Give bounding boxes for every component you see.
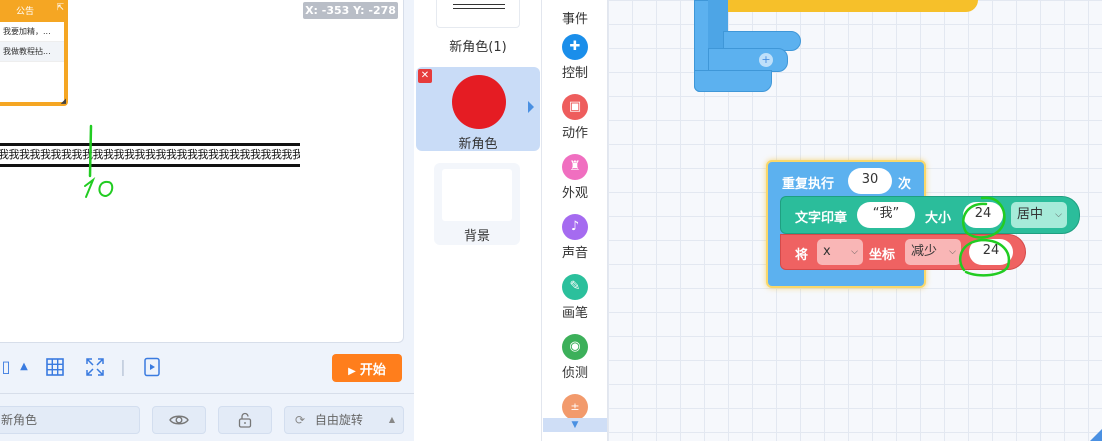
math-icon: ± [562, 394, 588, 420]
red-circle-sprite [452, 75, 506, 129]
notice-item[interactable]: 我要加精，... [0, 22, 64, 42]
chevron-down-icon: ⌵ [1055, 210, 1062, 220]
category-pen[interactable]: ✎ 画笔 [542, 270, 608, 330]
visibility-toggle[interactable] [152, 406, 206, 434]
caret-up-icon: ▲ [388, 415, 395, 424]
handwritten-annotation [84, 124, 114, 198]
delete-icon[interactable]: ✕ [418, 69, 432, 83]
category-looks[interactable]: ♜ 外观 [542, 150, 608, 210]
category-sensing[interactable]: ◉ 侦测 [542, 330, 608, 390]
chevron-down-icon: ⌵ [851, 247, 858, 257]
notice-item[interactable]: 我做教程拈... [0, 42, 64, 62]
resize-corner-icon[interactable] [1090, 429, 1102, 441]
category-label: 事件 [561, 12, 588, 27]
sprite-card[interactable]: 新角色(1) [416, 0, 540, 56]
lock-toggle[interactable] [218, 406, 272, 434]
stage-panel: X: -353 Y: -278 公告 ⇱ 我要加精，... 我做教程拈... ◢… [0, 0, 414, 441]
notice-panel[interactable]: 公告 ⇱ 我要加精，... 我做教程拈... ◢ [0, 0, 68, 106]
category-label: 画笔 [561, 306, 588, 321]
flag-icon [562, 0, 588, 6]
text-stamp-block[interactable]: 文字印章 “我” 大小 24 居中 ⌵ [780, 196, 1080, 234]
sprite-name: 新角色(1) [449, 40, 507, 55]
category-motion[interactable]: ▣ 动作 [542, 90, 608, 150]
shirt-icon: ♜ [562, 154, 588, 180]
backdrop-thumbnail [442, 169, 512, 221]
external-link-icon[interactable]: ⇱ [56, 3, 64, 13]
sprite-thumbnail [436, 0, 520, 28]
category-label: 侦测 [561, 366, 588, 381]
stamped-text-row: 我我我我我我我我我我我我我我我我我我我我我我我我我我我我我我 [0, 143, 300, 167]
category-label: 动作 [561, 126, 588, 141]
resize-handle-icon[interactable]: ◢ [61, 97, 66, 105]
sprite-list: 新角色(1) ✕ 新角色 背景 [414, 0, 542, 441]
category-label: 外观 [561, 186, 588, 201]
target-icon: ◉ [562, 334, 588, 360]
sprite-name-input[interactable]: 新角色 [0, 406, 140, 434]
play-icon: ▶ [348, 365, 356, 377]
stamp-text-input[interactable]: “我” [857, 202, 915, 228]
stage-canvas[interactable]: X: -353 Y: -278 公告 ⇱ 我要加精，... 我做教程拈... ◢… [0, 0, 404, 343]
caret-right-icon[interactable] [528, 101, 534, 113]
notice-list: 我要加精，... 我做教程拈... [0, 22, 64, 102]
move-prefix: 将 [795, 248, 809, 263]
music-icon: ♪ [562, 214, 588, 240]
category-control[interactable]: ✚ 控制 [542, 30, 608, 90]
notice-title: 公告 [16, 7, 35, 17]
rotation-style-select[interactable]: ⟳ 自由旋转 ▲ [284, 406, 404, 434]
axis-dropdown[interactable]: x ⌵ [817, 239, 863, 265]
sprite-card-selected[interactable]: ✕ 新角色 [416, 67, 540, 152]
repeat-count-input[interactable]: 30 [848, 168, 892, 194]
category-label: 控制 [561, 66, 588, 81]
control-block-foot[interactable] [694, 70, 772, 92]
robot-icon: ▣ [562, 94, 588, 120]
repeat-unit: 次 [898, 177, 912, 192]
sprite-properties-bar: 新角色 ⟳ 自由旋转 ▲ [0, 393, 414, 441]
partial-block[interactable] [728, 0, 978, 12]
operation-value: 减少 [911, 244, 938, 259]
unlock-icon [237, 412, 253, 431]
start-label: 开始 [359, 362, 386, 378]
caret-up-icon[interactable]: ▲ [14, 357, 34, 377]
eye-icon [169, 415, 189, 430]
start-button[interactable]: ▶ 开始 [332, 354, 402, 382]
stamp-label: 文字印章 [795, 211, 848, 226]
grid-icon[interactable] [45, 357, 65, 377]
add-icon[interactable]: + [759, 53, 773, 67]
backdrop-card[interactable]: 背景 [434, 163, 520, 245]
control-block-arm[interactable]: + [708, 48, 788, 72]
fullscreen-icon[interactable] [85, 357, 105, 377]
scroll-down-icon[interactable]: ▼ [543, 418, 607, 432]
block-category-sidebar: 事件 ✚ 控制 ▣ 动作 ♜ 外观 ♪ 声音 ✎ 画笔 ◉ 侦测 ± ▼ [542, 0, 608, 441]
coord-label: 坐标 [869, 248, 896, 263]
category-label: 声音 [561, 246, 588, 261]
backdrop-name: 背景 [463, 229, 490, 244]
axis-value: x [823, 244, 831, 259]
gamepad-icon: ✚ [562, 34, 588, 60]
coordinate-readout: X: -353 Y: -278 [303, 2, 398, 19]
divider: | [120, 357, 126, 376]
rotate-icon: ⟳ [295, 413, 306, 427]
category-operators[interactable]: ± [542, 390, 608, 420]
category-sound[interactable]: ♪ 声音 [542, 210, 608, 270]
pen-icon: ✎ [562, 274, 588, 300]
phone-preview-icon[interactable] [142, 357, 162, 377]
sprite-name: 新角色 [458, 137, 498, 152]
repeat-label: 重复执行 [782, 177, 835, 192]
code-workspace[interactable]: + 重复执行 30 次 文字印章 “我” 大小 24 居中 ⌵ 将 x ⌵ 坐标 减… [608, 0, 1102, 441]
handwritten-circles [959, 196, 1011, 277]
rotation-label: 自由旋转 [314, 413, 363, 427]
